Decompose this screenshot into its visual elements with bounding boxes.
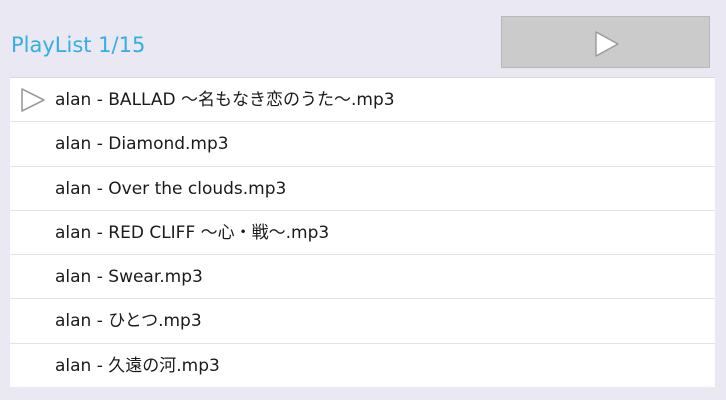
playlist-item-label: alan - BALLAD ～名もなき恋のうた～.mp3 xyxy=(55,90,395,110)
playlist-item-label: alan - Swear.mp3 xyxy=(55,267,203,288)
playlist-list: alan - BALLAD ～名もなき恋のうた～.mp3 alan - Diam… xyxy=(10,77,715,387)
playlist-item[interactable]: alan - BALLAD ～名もなき恋のうた～.mp3 xyxy=(10,78,715,123)
playlist-item-label: alan - RED CLIFF ～心・戦～.mp3 xyxy=(55,222,330,243)
playlist-item[interactable]: alan - Swear.mp3 xyxy=(10,255,715,300)
playlist-item-label: alan - ひとつ.mp3 xyxy=(55,311,202,332)
playlist-item[interactable]: alan - 久遠の河.mp3 xyxy=(10,344,715,388)
playlist-item[interactable]: alan - Diamond.mp3 xyxy=(10,122,715,167)
play-icon xyxy=(595,31,619,57)
playlist-item[interactable]: alan - RED CLIFF ～心・戦～.mp3 xyxy=(10,211,715,256)
header-bar: PlayList 1/15 xyxy=(0,0,726,76)
play-outline-icon xyxy=(21,88,45,112)
play-button[interactable] xyxy=(501,16,710,68)
playlist-item[interactable]: alan - ひとつ.mp3 xyxy=(10,299,715,344)
playlist-item[interactable]: alan - Over the clouds.mp3 xyxy=(10,167,715,211)
playlist-item-label: alan - 久遠の河.mp3 xyxy=(55,355,220,376)
playlist-title: PlayList 1/15 xyxy=(11,33,146,57)
playlist-item-label: alan - Over the clouds.mp3 xyxy=(55,178,287,199)
playlist-item-label: alan - Diamond.mp3 xyxy=(55,134,229,155)
